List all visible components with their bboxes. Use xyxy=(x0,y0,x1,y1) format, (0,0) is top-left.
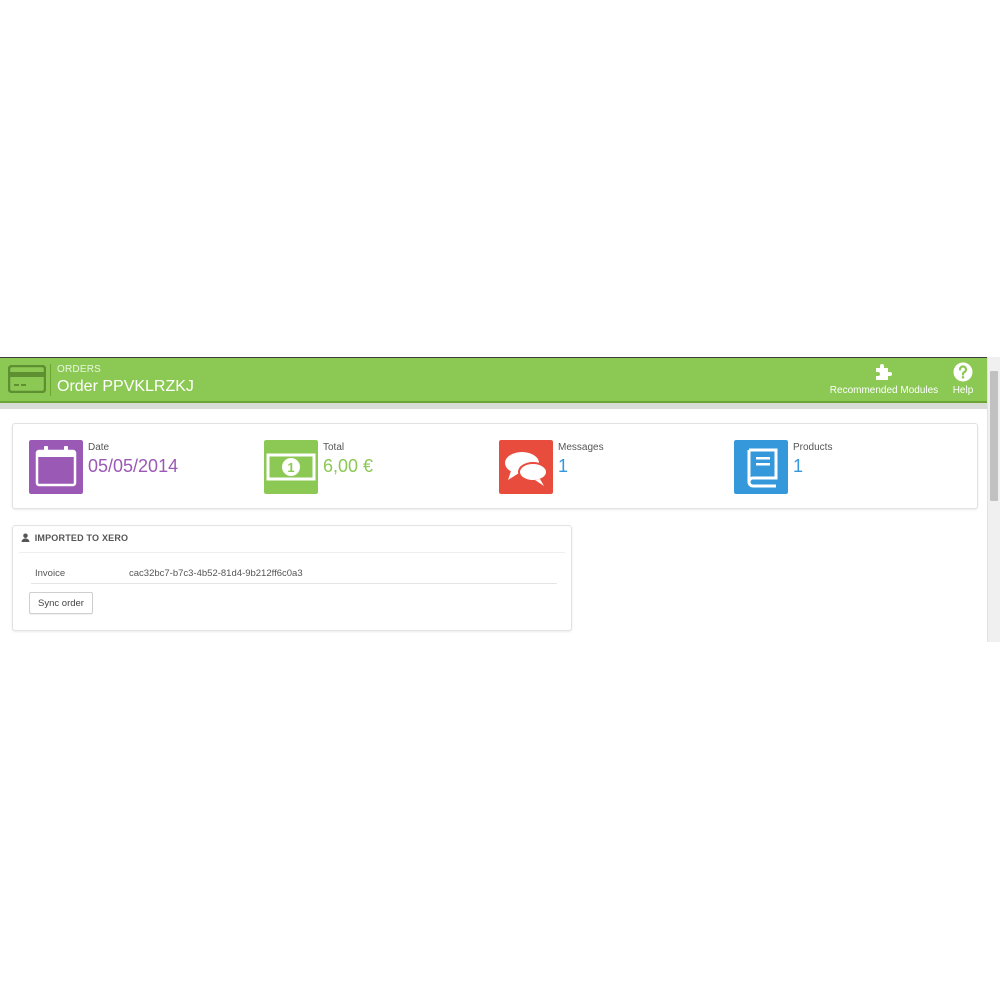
xero-heading-text: IMPORTED TO XERO xyxy=(34,533,129,543)
header-shadow xyxy=(0,403,987,409)
kpi-products-label: Products xyxy=(793,442,833,453)
kpi-date-value: 05/05/2014 xyxy=(88,456,179,476)
xero-panel-heading: IMPORTED TO XERO xyxy=(21,533,128,543)
kpi-total-label: Total xyxy=(323,442,345,453)
sync-order-button[interactable]: Sync order xyxy=(29,592,93,614)
money-icon: 1 xyxy=(264,440,318,494)
divider xyxy=(31,583,557,584)
kpi-products-value[interactable]: 1 xyxy=(793,456,803,477)
recommended-modules-button[interactable]: Recommended Modules xyxy=(828,362,940,396)
kpi-panel: Date 05/05/2014 1 Total 6,00 € Messages xyxy=(12,423,978,509)
messages-icon xyxy=(499,440,553,494)
credit-card-icon xyxy=(8,365,46,393)
xero-panel: IMPORTED TO XERO Invoice cac32bc7-b7c3-4… xyxy=(12,525,572,631)
page-title: Order PPVKLRZKJ xyxy=(57,378,194,395)
scrollbar-thumb[interactable] xyxy=(990,371,998,501)
breadcrumb[interactable]: ORDERS xyxy=(57,364,101,375)
puzzle-icon xyxy=(876,364,892,380)
book-icon xyxy=(734,440,788,494)
user-icon xyxy=(21,533,30,542)
kpi-total-value: 6,00 € xyxy=(323,456,374,476)
invoice-label: Invoice xyxy=(35,568,66,579)
svg-text:1: 1 xyxy=(287,460,294,475)
calendar-icon xyxy=(29,440,83,494)
order-page: ORDERS Order PPVKLRZKJ Recommended Modul… xyxy=(0,357,1000,642)
page-header: ORDERS Order PPVKLRZKJ Recommended Modul… xyxy=(0,357,987,404)
recommended-modules-label: Recommended Modules xyxy=(829,385,939,396)
kpi-messages-label: Messages xyxy=(558,442,604,453)
invoice-id: cac32bc7-b7c3-4b52-81d4-9b212ff6c0a3 xyxy=(129,568,303,579)
header-divider xyxy=(50,364,51,396)
divider xyxy=(19,552,565,553)
help-icon xyxy=(953,362,973,382)
help-label: Help xyxy=(952,385,974,396)
help-button[interactable]: Help xyxy=(947,362,979,396)
scrollbar[interactable] xyxy=(987,357,1000,642)
kpi-date-label: Date xyxy=(88,442,110,453)
kpi-messages-value[interactable]: 1 xyxy=(558,456,568,477)
